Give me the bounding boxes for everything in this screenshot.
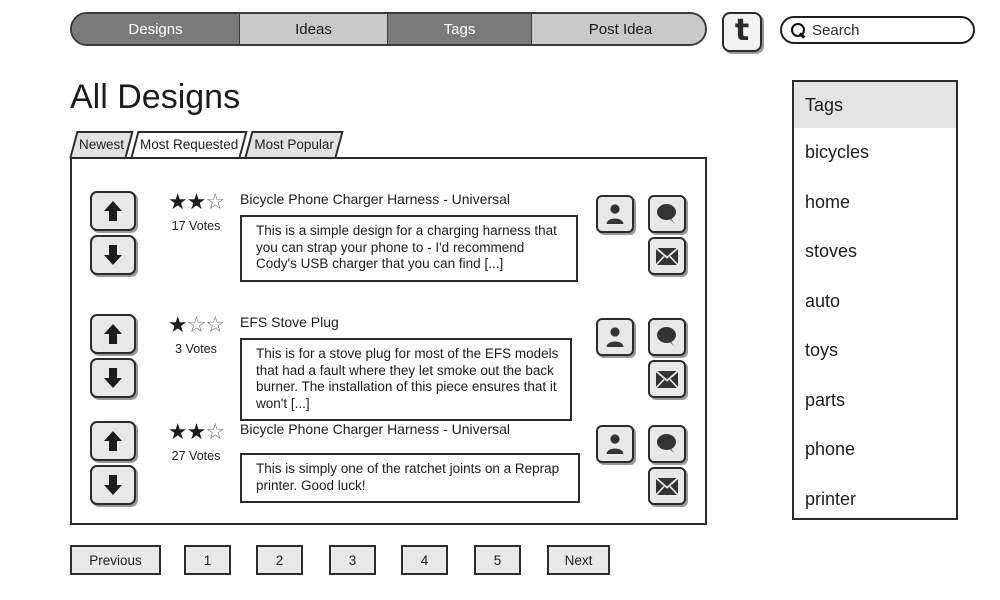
item-content: Bicycle Phone Charger Harness - Universa… (240, 191, 578, 282)
pagination-previous[interactable]: Previous (70, 545, 161, 575)
item-description: This is a simple design for a charging h… (240, 215, 578, 282)
message-button[interactable] (648, 467, 686, 505)
item-content: EFS Stove Plug This is for a stove plug … (240, 314, 572, 421)
comment-icon (657, 434, 676, 454)
nav-tab-ideas[interactable]: Ideas (240, 14, 388, 44)
item-title: Bicycle Phone Charger Harness - Universa… (240, 191, 510, 207)
arrow-up-icon (104, 431, 122, 451)
pagination-page-2[interactable]: 2 (256, 545, 303, 575)
vote-controls (90, 421, 136, 505)
tag-item-parts[interactable]: parts (794, 376, 956, 426)
author-button[interactable] (596, 318, 634, 356)
tags-sidebar-header: Tags (794, 82, 956, 128)
arrow-down-icon (104, 368, 122, 388)
tab-newest-label: Newest (79, 137, 125, 152)
pagination-page-4[interactable]: 4 (401, 545, 448, 575)
twitter-button[interactable]: t (722, 12, 762, 52)
nav-tab-tags-label: Tags (443, 20, 476, 38)
tab-most-requested-label: Most Requested (140, 137, 239, 152)
mail-icon (655, 369, 679, 389)
user-icon (606, 327, 624, 347)
vote-count: 17 Votes (171, 219, 221, 233)
tab-newest[interactable]: Newest (69, 131, 134, 158)
vote-controls (90, 314, 136, 398)
author-button[interactable] (596, 195, 634, 233)
item-title: EFS Stove Plug (240, 314, 339, 330)
vote-count: 3 Votes (175, 342, 217, 356)
message-button[interactable] (648, 237, 686, 275)
pagination-page-1[interactable]: 1 (184, 545, 231, 575)
star-rating: ★☆☆ (156, 314, 236, 338)
rating: ★★☆ 17 Votes (156, 191, 236, 234)
vote-count: 27 Votes (171, 449, 221, 463)
arrow-down-icon (104, 245, 122, 265)
arrow-down-icon (104, 475, 122, 495)
comment-icon (657, 327, 676, 347)
stars-empty-icon: ☆☆ (186, 313, 225, 338)
stars-empty-icon: ☆ (205, 190, 225, 215)
nav-tab-designs-label: Designs (128, 20, 183, 38)
tags-sidebar: Tags bicycles home stoves auto toys part… (792, 80, 958, 520)
tag-item-printer[interactable]: printer (794, 475, 956, 525)
arrow-up-icon (104, 324, 122, 344)
arrow-up-icon (104, 201, 122, 221)
rating: ★☆☆ 3 Votes (156, 314, 236, 357)
nav-tab-ideas-label: Ideas (295, 20, 332, 38)
main-navigation: Designs Ideas Tags Post Idea (70, 12, 707, 46)
pagination-page-5[interactable]: 5 (474, 545, 521, 575)
tab-most-popular-label: Most Popular (254, 137, 334, 152)
star-rating: ★★☆ (156, 421, 236, 445)
upvote-button[interactable] (90, 191, 136, 231)
mail-icon (655, 246, 679, 266)
nav-tab-post-idea-label: Post Idea (588, 20, 653, 38)
comment-button[interactable] (648, 425, 686, 463)
app-root: Designs Ideas Tags Post Idea t Search Al… (0, 0, 1000, 600)
tab-most-requested[interactable]: Most Requested (130, 131, 248, 158)
author-button[interactable] (596, 425, 634, 463)
nav-tab-post-idea[interactable]: Post Idea (532, 14, 705, 44)
vote-controls (90, 191, 136, 275)
sort-tabs: Newest Most Requested Most Popular (69, 131, 344, 158)
tag-item-phone[interactable]: phone (794, 425, 956, 475)
stars-filled-icon: ★★ (167, 190, 206, 215)
tag-item-stoves[interactable]: stoves (794, 227, 956, 277)
rating: ★★☆ 27 Votes (156, 421, 236, 464)
pagination-next[interactable]: Next (547, 545, 610, 575)
search-input[interactable]: Search (780, 16, 975, 44)
stars-empty-icon: ☆ (205, 420, 225, 445)
search-icon (790, 22, 806, 38)
user-icon (606, 204, 624, 224)
downvote-button[interactable] (90, 235, 136, 275)
downvote-button[interactable] (90, 358, 136, 398)
comment-button[interactable] (648, 318, 686, 356)
downvote-button[interactable] (90, 465, 136, 505)
search-input-value: Search (812, 21, 860, 39)
stars-filled-icon: ★ (167, 313, 188, 338)
item-title: Bicycle Phone Charger Harness - Universa… (240, 421, 510, 437)
pagination-page-3[interactable]: 3 (329, 545, 376, 575)
tag-item-home[interactable]: home (794, 178, 956, 228)
designs-list-panel: ★★☆ 17 Votes Bicycle Phone Charger Harne… (70, 157, 707, 525)
tab-most-popular[interactable]: Most Popular (244, 131, 344, 158)
twitter-bird-icon: t (734, 13, 750, 48)
item-description: This is for a stove plug for most of the… (240, 338, 572, 421)
star-rating: ★★☆ (156, 191, 236, 215)
page-title: All Designs (70, 78, 241, 116)
message-button[interactable] (648, 360, 686, 398)
upvote-button[interactable] (90, 314, 136, 354)
item-content: Bicycle Phone Charger Harness - Universa… (240, 421, 580, 503)
user-icon (606, 434, 624, 454)
comment-icon (657, 204, 676, 224)
stars-filled-icon: ★★ (167, 420, 206, 445)
nav-tab-designs[interactable]: Designs (72, 14, 240, 44)
item-description: This is simply one of the ratchet joints… (240, 453, 580, 503)
mail-icon (655, 476, 679, 496)
tag-item-toys[interactable]: toys (794, 326, 956, 376)
upvote-button[interactable] (90, 421, 136, 461)
nav-tab-tags[interactable]: Tags (388, 14, 532, 44)
tag-item-auto[interactable]: auto (794, 277, 956, 327)
comment-button[interactable] (648, 195, 686, 233)
tag-item-bicycles[interactable]: bicycles (794, 128, 956, 178)
